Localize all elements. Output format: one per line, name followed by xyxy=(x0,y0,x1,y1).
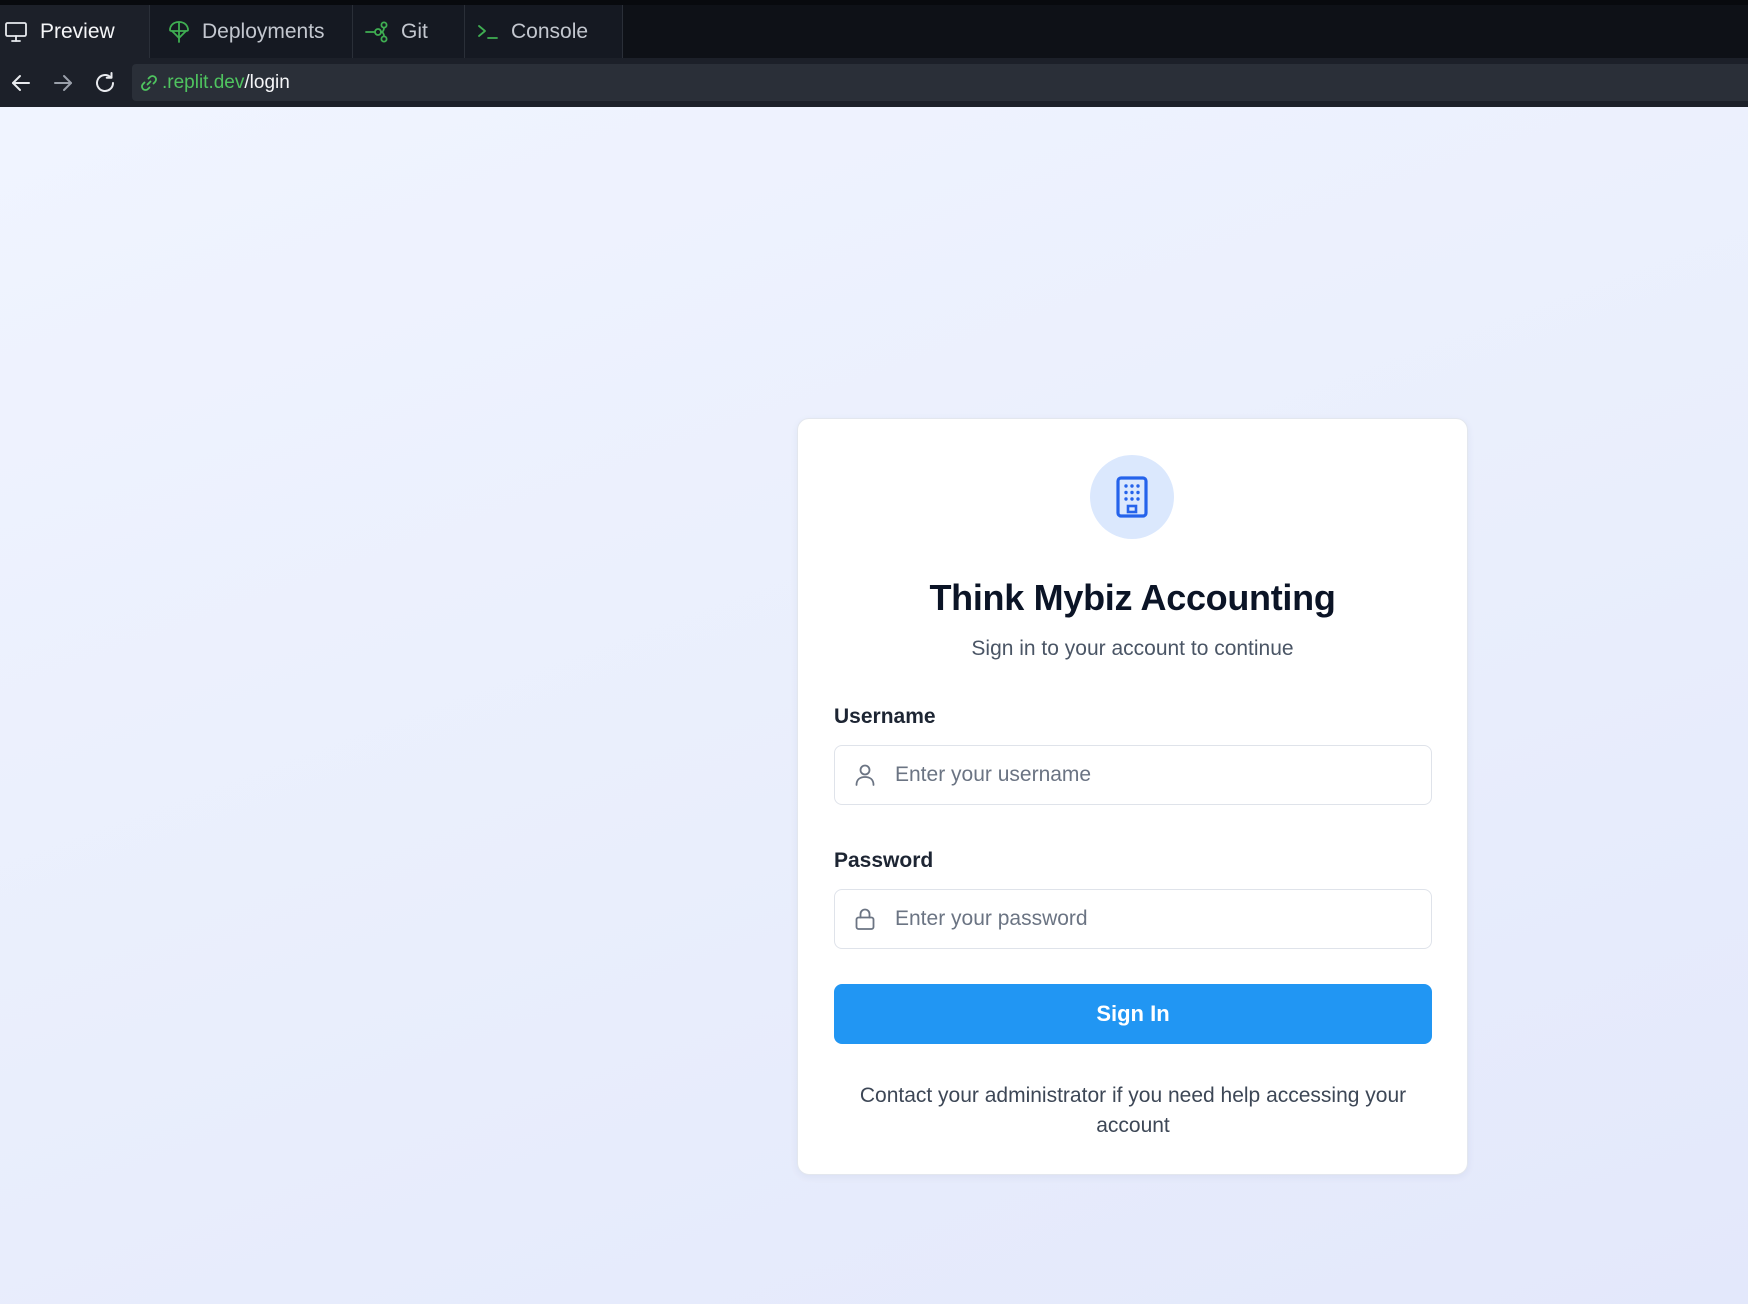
git-branch-icon xyxy=(365,21,388,42)
building-icon xyxy=(1116,476,1148,518)
username-field-wrapper xyxy=(834,745,1432,805)
reload-button[interactable] xyxy=(84,62,126,104)
help-text: Contact your administrator if you need h… xyxy=(859,1084,1407,1137)
login-card: Think Mybiz Accounting Sign in to your a… xyxy=(797,418,1468,1175)
page-title: Think Mybiz Accounting xyxy=(929,577,1336,618)
reload-icon xyxy=(96,71,114,92)
link-icon xyxy=(141,74,157,91)
page-background: Think Mybiz Accounting Sign in to your a… xyxy=(0,107,1748,1304)
tab-console[interactable]: Console xyxy=(465,5,623,58)
username-label: Username xyxy=(834,705,936,728)
deployments-icon xyxy=(169,20,189,43)
password-field-wrapper xyxy=(834,889,1432,949)
tab-git[interactable]: Git xyxy=(353,5,465,58)
arrow-left-icon xyxy=(12,74,30,91)
monitor-icon xyxy=(5,21,27,42)
logo-badge xyxy=(1090,455,1174,539)
page-subtitle: Sign in to your account to continue xyxy=(971,637,1294,660)
url-field[interactable]: .replit.dev/login xyxy=(132,64,1748,101)
username-input[interactable] xyxy=(895,747,1431,803)
lock-icon xyxy=(855,908,875,930)
sign-in-button[interactable]: Sign In xyxy=(834,984,1432,1044)
terminal-icon xyxy=(478,24,498,39)
tab-label: Preview xyxy=(40,19,115,43)
password-input[interactable] xyxy=(895,891,1431,947)
forward-button[interactable] xyxy=(42,62,84,104)
tabbar-empty-space xyxy=(623,5,1748,58)
url-path: /login xyxy=(244,71,290,93)
tab-label: Git xyxy=(401,19,428,43)
back-button[interactable] xyxy=(0,62,42,104)
workspace-tabbar: Preview Deployments Git Console xyxy=(0,0,1748,58)
user-icon xyxy=(855,764,875,786)
arrow-right-icon xyxy=(54,74,72,91)
address-bar: .replit.dev/login xyxy=(0,58,1748,107)
tab-deployments[interactable]: Deployments xyxy=(150,5,353,58)
password-label: Password xyxy=(834,849,934,872)
url-domain: .replit.dev xyxy=(162,71,245,93)
tab-label: Console xyxy=(511,19,589,43)
tab-label: Deployments xyxy=(202,19,325,43)
tab-preview[interactable]: Preview xyxy=(0,5,150,58)
